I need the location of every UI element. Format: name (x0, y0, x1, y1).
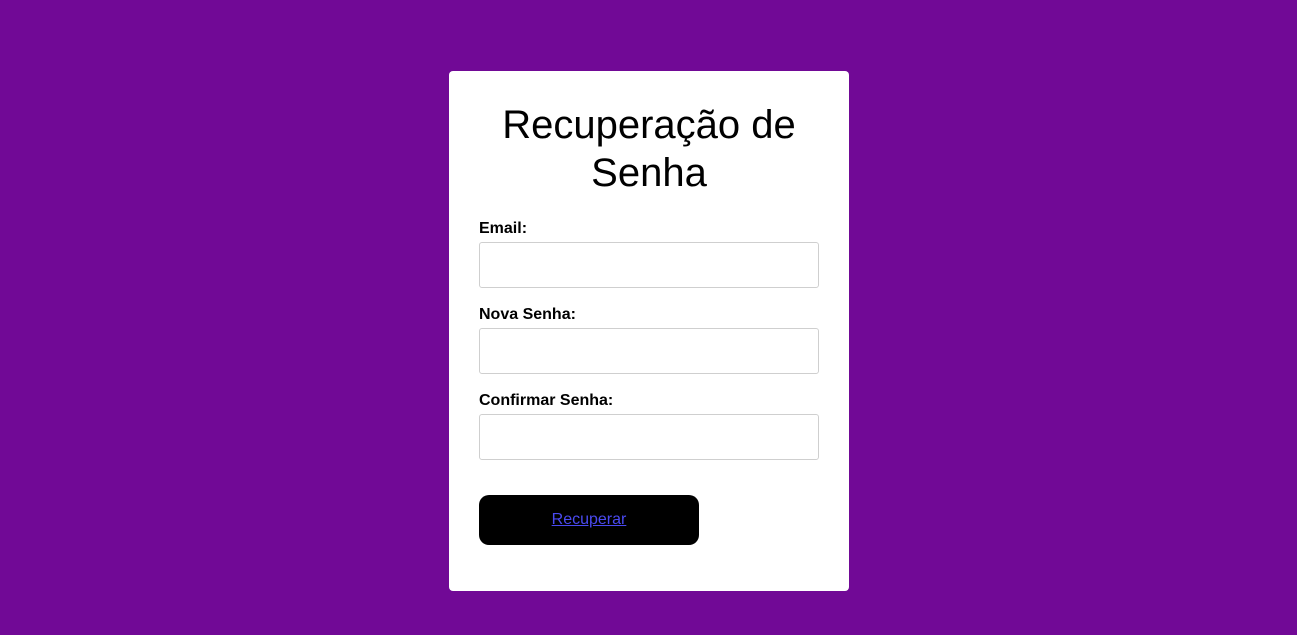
confirm-password-group: Confirmar Senha: (479, 392, 819, 460)
confirm-password-label: Confirmar Senha: (479, 392, 614, 409)
page-title: Recuperação de Senha (502, 103, 796, 195)
email-label: Email: (479, 220, 528, 237)
recovery-card: Recuperação de Senha Email: Nova Senha: … (449, 71, 849, 591)
recover-button[interactable]: Recuperar (479, 495, 699, 545)
confirm-password-field[interactable] (479, 414, 819, 460)
email-field[interactable] (479, 242, 819, 288)
new-password-field[interactable] (479, 328, 819, 374)
recover-link[interactable]: Recuperar (552, 511, 627, 529)
new-password-group: Nova Senha: (479, 306, 819, 374)
title-wrap: Recuperação de Senha (479, 71, 819, 197)
new-password-label: Nova Senha: (479, 306, 576, 323)
email-group: Email: (479, 220, 819, 288)
